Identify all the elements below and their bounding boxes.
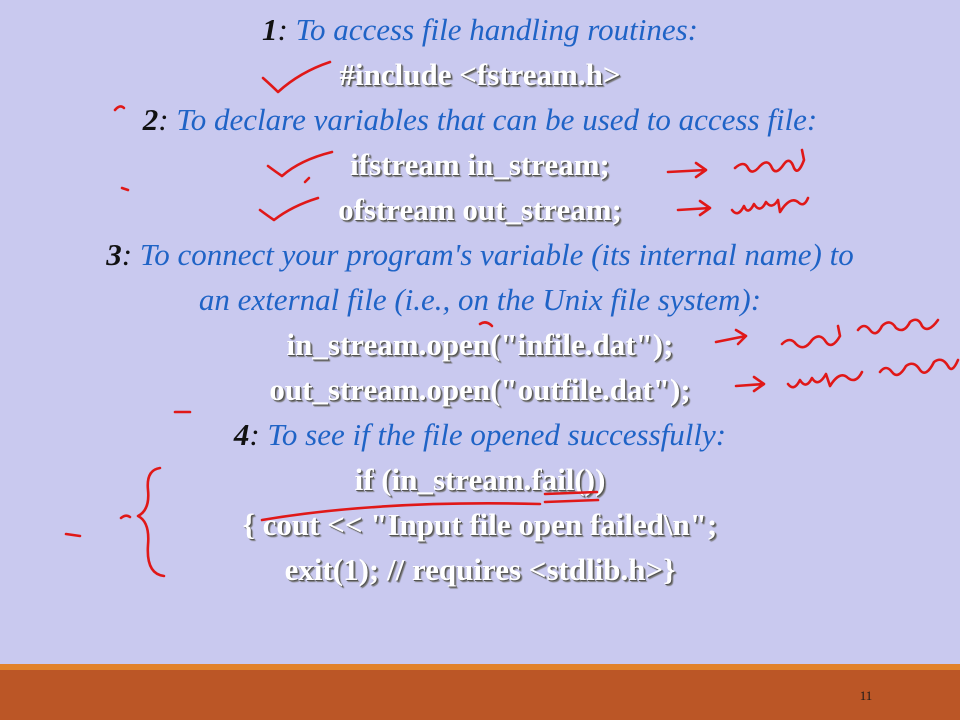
code-ofstream: ofstream out_stream; bbox=[338, 192, 622, 227]
code-cout-line: { cout << "Input file open failed\n"; bbox=[242, 507, 718, 542]
step-text: To see if the file opened successfully: bbox=[259, 417, 727, 452]
page-number: 11 bbox=[859, 688, 873, 703]
code-if-fail: if (in_stream.fail()) bbox=[354, 462, 606, 497]
code-include: #include <fstream.h> bbox=[339, 57, 621, 92]
step-2-heading: 2: To declare variables that can be used… bbox=[142, 102, 818, 137]
step-3-heading-continued: an external file (i.e., on the Unix file… bbox=[198, 282, 762, 317]
code-open-in: in_stream.open("infile.dat"); bbox=[286, 327, 674, 362]
step-number: 3 bbox=[106, 237, 122, 272]
step-3-heading: 3: To connect your program's variable (i… bbox=[106, 237, 854, 272]
code-open-out: out_stream.open("outfile.dat"); bbox=[269, 372, 691, 407]
step-number: 4 bbox=[233, 417, 250, 452]
step-4-heading: 4: To see if the file opened successfull… bbox=[233, 417, 727, 452]
step-1-heading: 1: To access file handling routines: bbox=[262, 12, 698, 47]
step-number: 1 bbox=[262, 12, 278, 47]
code-exit-line: exit(1); // requires <stdlib.h>} bbox=[284, 552, 676, 587]
step-number: 2 bbox=[142, 102, 159, 137]
step-text: To access file handling routines: bbox=[287, 12, 698, 47]
step-text: To connect your program's variable (its … bbox=[132, 237, 854, 272]
code-ifstream: ifstream in_stream; bbox=[350, 147, 610, 182]
footer-bar bbox=[0, 670, 960, 720]
step-text: To declare variables that can be used to… bbox=[168, 102, 818, 137]
